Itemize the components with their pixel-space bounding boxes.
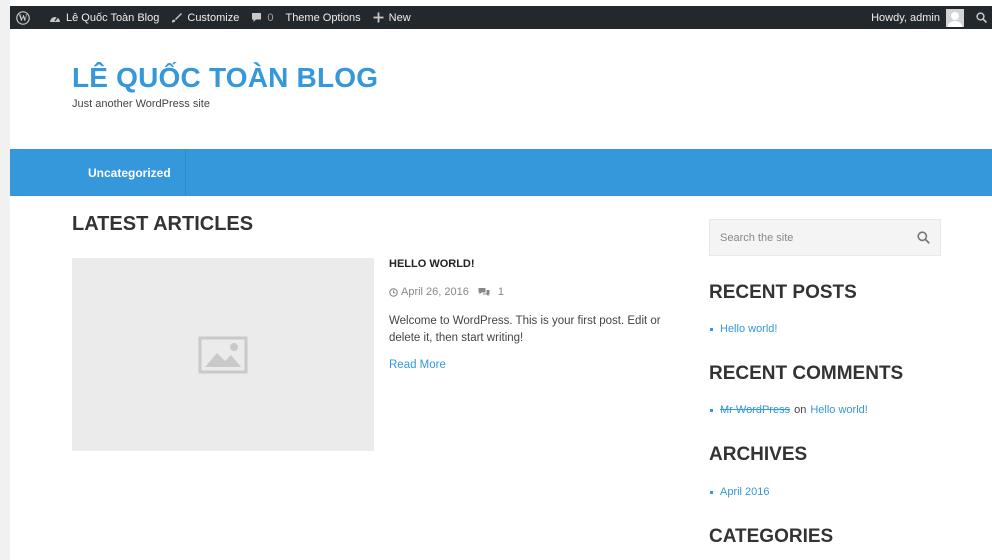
site-name-label: Lê Quốc Toàn Blog	[66, 11, 160, 24]
comment-on-text: on	[794, 404, 807, 416]
section-title: LATEST ARTICLES	[72, 213, 254, 235]
nav-item-uncategorized[interactable]: Uncategorized	[74, 149, 186, 196]
categories-title: CATEGORIES	[709, 526, 834, 547]
archive-link[interactable]: April 2016	[720, 486, 770, 498]
bullet	[710, 408, 713, 412]
site-title[interactable]: LÊ QUỐC TOÀN BLOG	[72, 62, 378, 94]
post-thumbnail[interactable]	[72, 258, 374, 451]
site-name-link[interactable]: Lê Quốc Toàn Blog	[43, 6, 165, 29]
plus-icon	[373, 12, 384, 23]
list-item: Hello world!	[709, 323, 777, 335]
image-placeholder-icon	[198, 336, 248, 373]
post-excerpt: Welcome to WordPress. This is your first…	[389, 315, 661, 344]
bullet	[710, 327, 713, 331]
site-tagline: Just another WordPress site	[72, 98, 210, 110]
comments-icon	[478, 288, 490, 297]
comments-count: 0	[267, 11, 274, 24]
new-label: New	[388, 11, 411, 24]
recent-comments-title: RECENT COMMENTS	[709, 363, 904, 384]
comment-bubble-icon	[252, 13, 262, 22]
clock-icon	[389, 287, 398, 297]
theme-options-link[interactable]: Theme Options	[279, 6, 366, 29]
archives-list: April 2016	[709, 486, 770, 498]
bullet	[710, 490, 713, 494]
search-input[interactable]	[720, 231, 905, 244]
post-title[interactable]: HELLO WORLD!	[389, 258, 475, 270]
comment-author-link[interactable]: Mr WordPress	[720, 404, 790, 416]
recent-comments-list: Mr WordPress on Hello world!	[709, 404, 868, 416]
comment-post-link[interactable]: Hello world!	[810, 404, 867, 416]
theme-options-label: Theme Options	[285, 11, 361, 24]
post-comment-count[interactable]: 1	[498, 286, 504, 298]
customize-label: Customize	[187, 11, 240, 24]
customize-link[interactable]: Customize	[165, 6, 245, 29]
search-icon	[976, 12, 987, 23]
recent-posts-title: RECENT POSTS	[709, 282, 857, 303]
recent-post-link[interactable]: Hello world!	[720, 323, 777, 335]
search-submit-button[interactable]	[917, 231, 930, 244]
admin-search-button[interactable]	[964, 6, 992, 29]
wordpress-logo-icon: W	[16, 10, 30, 25]
post-date[interactable]: April 26, 2016	[401, 286, 469, 298]
list-item: April 2016	[709, 486, 770, 498]
recent-posts-list: Hello world!	[709, 323, 777, 335]
my-account-link[interactable]: Howdy, admin	[865, 6, 964, 29]
wordpress-logo-button[interactable]: W	[10, 6, 43, 29]
post-meta: April 26, 2016 1	[389, 286, 504, 298]
left-edge	[0, 0, 10, 560]
list-item: Mr WordPress on Hello world!	[709, 404, 868, 416]
sidebar-search	[709, 219, 941, 256]
greeting-label: Howdy, admin	[871, 11, 940, 24]
brush-icon	[172, 13, 183, 23]
main-navigation: Uncategorized	[10, 149, 992, 196]
archives-title: ARCHIVES	[709, 444, 808, 465]
admin-bar: W Lê Quốc Toàn Blog Customize 0 Theme Op…	[10, 6, 992, 29]
dashboard-icon	[50, 16, 60, 22]
svg-text:W: W	[19, 13, 28, 23]
read-more-link[interactable]: Read More	[389, 359, 446, 371]
new-content-link[interactable]: New	[367, 6, 417, 29]
comments-link[interactable]: 0	[245, 6, 279, 29]
avatar	[946, 8, 964, 27]
search-icon	[917, 231, 930, 244]
